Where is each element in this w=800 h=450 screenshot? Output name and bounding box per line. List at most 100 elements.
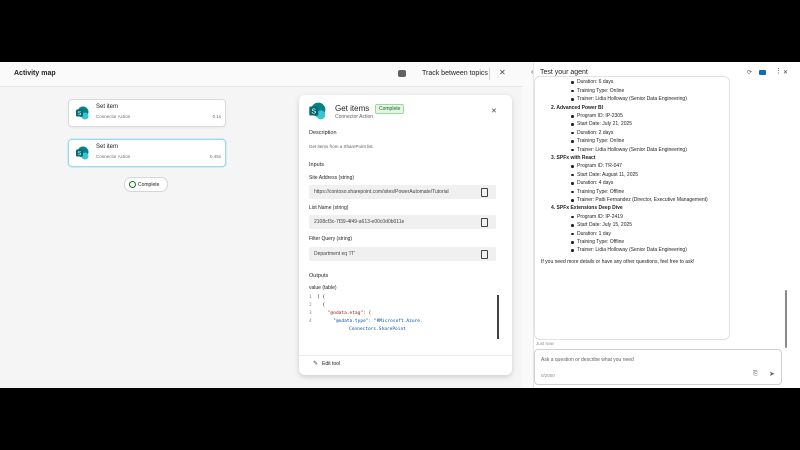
test-agent-pane: ‹ Test your agent ⟳ ⋮ ✕ Start Date: July… — [531, 62, 800, 388]
chat-detail-line: Start Date: July 21, 2025 — [577, 121, 633, 128]
svg-text:S: S — [78, 111, 82, 117]
bullet-dot — [571, 89, 574, 93]
bullet-dot — [571, 148, 574, 152]
chat-detail-line: Duration: 2 days — [577, 129, 614, 136]
activity-node-set-item-2[interactable]: S Set item Connector Action 0.45s — [68, 139, 226, 167]
complete-label: Complete — [138, 181, 160, 188]
sharepoint-icon: S — [76, 106, 89, 120]
svg-text:S: S — [78, 151, 82, 157]
bullet-dot — [571, 215, 574, 219]
chat-detail-line: Trainer: Lidia Holloway (Senior Data Eng… — [577, 146, 687, 153]
message-timestamp: Just now — [536, 341, 554, 346]
site-address-field: https://contoso.sharepoint.com/sites/Pow… — [309, 185, 496, 199]
chat-detail-line: Start Date: August 11, 2025 — [577, 171, 639, 178]
copy-icon[interactable] — [481, 250, 488, 259]
check-circle-icon — [129, 181, 136, 188]
activity-node-set-item-1[interactable]: S Set item Connector Action 0.1s — [68, 99, 226, 127]
code-line: 1[ { — [309, 295, 326, 300]
chat-detail-line: Program ID: TR-047 — [577, 163, 622, 170]
chevron-left-icon[interactable]: ‹ — [531, 69, 533, 76]
chat-detail-line: Duration: 4 days — [577, 180, 614, 187]
chat-input-placeholder[interactable]: Ask a question or describe what you need — [541, 357, 634, 363]
refresh-icon[interactable]: ⟳ — [747, 69, 752, 76]
chat-detail-line: Trainer: Lidia Holloway (Senior Data Eng… — [577, 247, 687, 254]
panel-title: Get items — [335, 104, 370, 113]
track-between-topics-label[interactable]: Track between topics — [422, 70, 488, 77]
chat-detail-line: Training Type: Offline — [577, 239, 625, 245]
code-line: 3 "@odata.etag": { — [309, 311, 372, 316]
more-options-icon[interactable]: ⋮ — [775, 67, 782, 75]
close-icon[interactable]: ✕ — [499, 68, 506, 77]
panel-footer-divider — [299, 355, 512, 356]
panel-subtitle: Connector Action — [335, 114, 374, 120]
bullet-dot — [571, 249, 574, 252]
chat-detail-line: Start Date: July 15, 2025 — [577, 222, 633, 229]
list-name-value: 2108cf3c-7f39-4f49-a613-e00c0d0b011e — [314, 219, 405, 225]
bullet-dot — [571, 182, 574, 185]
code-scrollbar[interactable] — [497, 295, 499, 339]
chat-detail-line: Trainer: Lidia Holloway (Senior Data Eng… — [577, 96, 687, 103]
node-subtitle: Connector Action — [96, 154, 131, 159]
chat-program-heading: 4. SPFx Extensions Deep Dive — [551, 205, 623, 212]
chat-detail-line: Duration: 1 day — [577, 230, 611, 237]
chat-title: Test your agent — [540, 69, 588, 76]
track-toggle-icon[interactable] — [398, 70, 406, 77]
edit-tool-button[interactable]: Edit tool — [322, 361, 340, 367]
field-label-filter-query: Filter Query (string) — [309, 236, 353, 242]
attach-icon[interactable]: ⎘ — [753, 371, 758, 378]
bullet-dot — [571, 173, 574, 177]
bullet-dot — [571, 224, 574, 227]
chat-detail-line: Training Type: Online — [577, 138, 625, 145]
bullet-dot — [571, 98, 574, 101]
chat-input-box[interactable]: Ask a question or describe what you need… — [534, 349, 782, 385]
chat-detail-line: Program ID: IP-2419 — [577, 213, 623, 220]
code-line-continuation: Connectors.SharePoint — [349, 327, 406, 332]
code-line: 2 { — [309, 303, 326, 308]
copy-icon[interactable] — [481, 188, 488, 197]
list-name-field: 2108cf3c-7f39-4f49-a613-e00c0d0b011e — [309, 215, 496, 229]
output-value-label: value (table) — [309, 285, 337, 291]
close-icon[interactable]: ✕ — [783, 69, 788, 76]
bullet-dot — [571, 190, 574, 194]
activity-map-title: Activity map — [14, 70, 56, 77]
bullet-dot — [571, 232, 574, 236]
node-duration: 0.45s — [209, 154, 221, 159]
chat-detail-line: Training Type: Offline — [577, 188, 625, 195]
bullet-dot — [571, 81, 574, 84]
bullet-dot — [571, 115, 574, 118]
agent-message-bubble: Start Date: July 15, 2025 Duration: 6 day… — [534, 76, 730, 340]
toggle-icon[interactable] — [759, 70, 766, 75]
description-text: Get items from a SharePoint list. — [309, 144, 374, 149]
code-line: 4 "@odata.type": "#Microsoft.Azure. — [309, 319, 423, 324]
activity-map-header: Activity map Track between topics ✕ — [0, 62, 522, 87]
chat-detail-line: Program ID: IP-2305 — [577, 113, 623, 119]
site-address-value: https://contoso.sharepoint.com/sites/Pow… — [314, 189, 449, 195]
field-label-list-name: List Name (string) — [309, 205, 349, 211]
close-icon[interactable]: ✕ — [491, 107, 497, 115]
bullet-dot — [571, 165, 574, 168]
svg-text:S: S — [311, 109, 316, 116]
complete-pill: Complete — [124, 177, 168, 192]
app-window: Activity map Track between topics ✕ S Se… — [0, 62, 800, 388]
description-heading: Description — [309, 130, 337, 136]
edit-icon[interactable]: ✎ — [313, 360, 318, 367]
chat-scrollbar[interactable] — [785, 290, 787, 348]
copy-icon[interactable] — [481, 218, 488, 227]
character-count: 0/2000 — [541, 373, 555, 378]
chat-closing-line: If you need more details or have any oth… — [541, 258, 695, 265]
sharepoint-icon: S — [309, 102, 326, 120]
inputs-heading: Inputs — [309, 162, 324, 168]
node-subtitle: Connector Action — [96, 114, 131, 119]
bullet-dot — [571, 241, 574, 244]
node-title: Set item — [96, 144, 119, 150]
send-icon[interactable]: ➤ — [769, 370, 775, 378]
divider — [489, 68, 490, 80]
outputs-heading: Outputs — [309, 273, 329, 279]
chat-program-heading: 3. SPFx with React — [551, 155, 596, 161]
filter-query-value: Department eq 'IT' — [314, 251, 355, 257]
filter-query-field: Department eq 'IT' — [309, 247, 496, 261]
action-details-panel: S Get items Complete Connector Action ✕ … — [299, 95, 512, 375]
bullet-dot — [571, 123, 574, 126]
chat-program-heading: 2. Advanced Power BI — [551, 104, 604, 111]
chat-detail-line: Duration: 6 days — [577, 79, 614, 86]
